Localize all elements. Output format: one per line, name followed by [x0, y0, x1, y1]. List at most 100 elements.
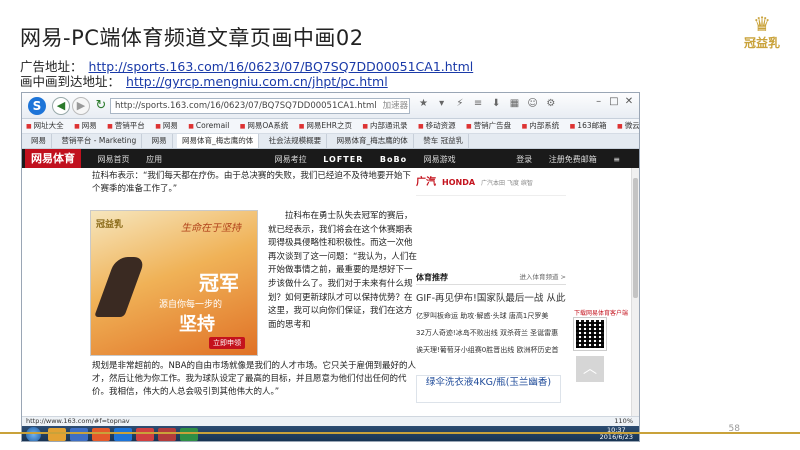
nav-item-bobo[interactable]: BoBo: [380, 155, 407, 164]
browser-tab[interactable]: 网易: [147, 134, 173, 148]
sidebar-headline[interactable]: GIF-再见伊布!国家队最后一战 从此再: [416, 290, 566, 304]
browser-tab[interactable]: 营销平台 - Marketing: [56, 134, 143, 148]
reload-icon[interactable]: ↻: [92, 97, 110, 115]
bookmark-item[interactable]: 内部通讯录: [362, 121, 407, 130]
nav-item-login[interactable]: 登录: [516, 155, 532, 164]
bookmark-item[interactable]: Coremail: [188, 121, 229, 130]
user-icon[interactable]: ☺: [525, 98, 540, 109]
article-paragraph: 拉科布在勇士队失去冠军的赛后，就已经表示，我们将会在这个休赛期表现得极具侵略性和…: [268, 211, 417, 330]
bookmark-item[interactable]: 网址大全: [26, 121, 64, 130]
toolbar-icons: ★ ▾ ⚡ ≡ ⬇ ▦ ☺ ⚙: [416, 98, 558, 114]
status-url: http://www.163.com/#f=topnav: [26, 417, 130, 425]
forward-button[interactable]: ▶: [72, 97, 90, 115]
bookmark-item[interactable]: 网易: [74, 121, 97, 130]
list-item[interactable]: 诶天理!葡萄牙小组赛0胜晋出线 欧洲杯历史首: [416, 342, 566, 359]
article-paragraph: 拉科布表示：“我们每天都在疗伤。由于总决赛的失败，我们已经迫不及待地要开始下个赛…: [92, 171, 411, 194]
site-logo[interactable]: 网易体育: [25, 149, 81, 168]
app-icon[interactable]: [158, 428, 176, 441]
nav-item-lofter[interactable]: LOFTER: [323, 155, 363, 164]
nav-item-register[interactable]: 注册免费邮箱: [549, 155, 597, 164]
accelerator-label[interactable]: 加速器: [383, 101, 409, 111]
ad-slogan: 生命在于坚持: [181, 223, 241, 234]
article-paragraph: 规划是非常超前的。NBA的自由市场就像是我们的人才市场。它只关于雇佣到最好的人才…: [92, 361, 417, 397]
ad-headline: 冠军: [199, 271, 239, 295]
app-icon[interactable]: [180, 428, 198, 441]
ad-slogan-small: 广汽本田 飞度 缤智: [481, 180, 533, 187]
window-controls: – □ ✕: [593, 96, 635, 107]
dropdown-icon[interactable]: ▾: [434, 98, 449, 109]
app-icon[interactable]: [70, 428, 88, 441]
menu-icon[interactable]: ≡: [471, 98, 486, 109]
nav-item-games[interactable]: 网易游戏: [424, 155, 456, 164]
bookmark-item[interactable]: 网易OA系统: [240, 121, 289, 130]
minimize-icon[interactable]: –: [593, 96, 605, 107]
bookmark-item[interactable]: 内部系统: [522, 121, 560, 130]
browser-tab[interactable]: 赞车 冠益乳: [418, 134, 470, 148]
section-more-link[interactable]: 进入体育频道 >: [519, 271, 566, 284]
browser-tab-active[interactable]: 网易体育_梅志鹰的体: [177, 134, 260, 148]
browser-tab[interactable]: 网易: [26, 134, 52, 148]
runner-figure-icon: [94, 257, 146, 317]
system-clock[interactable]: 10:37 2016/6/23: [600, 427, 633, 441]
bookmark-item[interactable]: 163邮箱: [570, 121, 607, 130]
sogou-taskbar-icon[interactable]: [114, 428, 132, 441]
nav-item-home[interactable]: 网易首页: [98, 155, 130, 164]
lightning-icon[interactable]: ⚡: [452, 98, 467, 109]
target-address-link[interactable]: http://gyrcp.mengniu.com.cn/jhpt/pc.html: [126, 74, 388, 89]
bookmark-item[interactable]: 营销广告盘: [466, 121, 511, 130]
sidebar-top-ad[interactable]: 广汽 HONDA 广汽本田 飞度 缤智: [416, 174, 566, 196]
pip-ad-image[interactable]: 冠益乳 生命在于坚持 冠军 源自你每一步的 坚持 立即申领: [90, 210, 258, 356]
page-scrollbar[interactable]: [631, 168, 639, 416]
brand-logo: ♛ 冠益乳: [736, 14, 788, 62]
nav-menu-icon[interactable]: ≡: [613, 155, 620, 164]
ad-logo: 冠益乳: [96, 220, 124, 230]
address-bar-row: S ◀ ▶ ↻ http://sports.163.com/16/0623/07…: [22, 93, 639, 119]
url-input[interactable]: http://sports.163.com/16/0623/07/BQ7SQ7D…: [110, 98, 410, 114]
bookmarks-bar: 网址大全 网易 营销平台 网易 Coremail 网易OA系统 网易EHR之页 …: [22, 119, 639, 134]
nav-item-apps[interactable]: 应用: [146, 155, 162, 164]
qr-label: 下载网易体育客户端: [574, 310, 629, 317]
browser-tab[interactable]: 社会法规模概要: [264, 134, 328, 148]
brand-logo-text: 冠益乳: [743, 36, 780, 50]
browser-screenshot: S ◀ ▶ ↻ http://sports.163.com/16/0623/07…: [21, 92, 640, 442]
sidebar-section-header: 体育推荐 进入体育频道 >: [416, 271, 566, 285]
sidebar-news-list: 亿罗叫板命运 助攻·解惑·头球 唐高1尺罗美 32万人奇迹!冰岛不败出线 双杀荷…: [416, 308, 566, 359]
maximize-icon[interactable]: □: [608, 96, 620, 107]
section-title: 体育推荐: [416, 273, 448, 282]
start-button[interactable]: [26, 427, 41, 441]
slide-title: 网易-PC端体育频道文章页画中画02: [20, 26, 364, 50]
list-item[interactable]: 32万人奇迹!冰岛不败出线 双杀荷兰 圣诞雷惠: [416, 325, 566, 342]
tab-bar: 网易 营销平台 - Marketing 网易 网易体育_梅志鹰的体 社会法规模概…: [22, 134, 639, 149]
gac-brand: 广汽: [416, 177, 436, 188]
sogou-browser-icon[interactable]: S: [28, 97, 46, 115]
list-item[interactable]: 亿罗叫板命运 助攻·解惑·头球 唐高1尺罗美: [416, 308, 566, 325]
download-icon[interactable]: ⬇: [489, 98, 504, 109]
grid-icon[interactable]: ▦: [507, 98, 522, 109]
bookmark-item[interactable]: 移动资源: [418, 121, 456, 130]
windows-taskbar: 10:37 2016/6/23: [22, 426, 639, 441]
app-icon[interactable]: [92, 428, 110, 441]
target-address-line: 画中画到达地址： http://gyrcp.mengniu.com.cn/jhpt…: [20, 71, 388, 90]
bookmark-item[interactable]: 营销平台: [107, 121, 145, 130]
sticky-text-ad[interactable]: 绿伞洗衣液4KG/瓶(玉兰幽香): [416, 375, 561, 403]
settings-icon[interactable]: ⚙: [543, 98, 558, 109]
nav-item-kaola[interactable]: 网易考拉: [275, 155, 307, 164]
zoom-level[interactable]: 110%: [614, 417, 633, 426]
explorer-icon[interactable]: [48, 428, 66, 441]
ad-subline: 源自你每一步的: [159, 300, 223, 310]
browser-tab[interactable]: 网易体育_梅志鹰的体: [332, 134, 414, 148]
bookmark-item[interactable]: 网易: [155, 121, 178, 130]
favorite-icon[interactable]: ★: [416, 98, 431, 109]
scroll-top-button[interactable]: ︿: [576, 356, 604, 382]
qr-code-icon[interactable]: [573, 317, 607, 351]
bookmark-item[interactable]: 网易EHR之页: [299, 121, 352, 130]
bookmark-item[interactable]: 微云_网易: [617, 121, 639, 130]
status-bar: http://www.163.com/#f=topnav 110%: [22, 416, 639, 426]
app-icon[interactable]: [136, 428, 154, 441]
clock-date: 2016/6/23: [599, 433, 633, 441]
back-button[interactable]: ◀: [52, 97, 70, 115]
crown-icon: ♛: [753, 12, 771, 36]
close-icon[interactable]: ✕: [623, 96, 635, 107]
ad-headline-2: 坚持: [179, 314, 215, 335]
ad-cta-button[interactable]: 立即申领: [209, 337, 245, 349]
